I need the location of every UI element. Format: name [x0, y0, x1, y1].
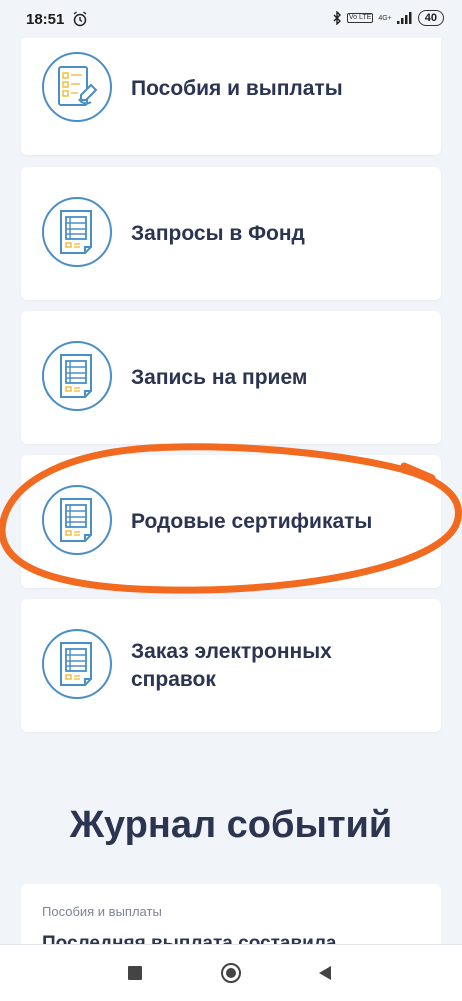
back-button[interactable] [310, 958, 340, 988]
service-label: Заказ электронных справок [131, 639, 332, 691]
home-button[interactable] [216, 958, 246, 988]
service-card-benefits[interactable]: Пособия и выплаты [21, 22, 441, 155]
status-time: 18:51 [26, 11, 65, 28]
event-category: Пособия и выплаты [42, 904, 162, 919]
service-label: Запись на прием [131, 365, 308, 389]
document-icon [42, 629, 112, 699]
document-icon [42, 341, 112, 411]
checklist-pen-icon [42, 52, 112, 122]
status-indicators: Vo LTE 4G+ 40 [332, 10, 444, 26]
document-icon [42, 485, 112, 555]
signal-icon [396, 12, 412, 24]
alarm-icon [73, 11, 87, 27]
events-section-title: Журнал событий [69, 804, 393, 846]
bluetooth-icon [333, 11, 341, 25]
system-nav-bar [0, 944, 462, 1001]
service-card-e-certificates[interactable]: Заказ электронных справок [21, 599, 441, 732]
volte-badge: Vo LTE [346, 13, 374, 23]
service-card-appointment[interactable]: Запись на прием [21, 311, 441, 444]
document-icon [42, 197, 112, 267]
network-type: 4G+ [378, 14, 392, 22]
circle-icon [221, 963, 241, 983]
square-icon [128, 966, 142, 980]
battery-indicator: 40 [417, 10, 444, 26]
service-label: Родовые сертификаты [131, 509, 373, 533]
service-label: Запросы в Фонд [131, 221, 305, 245]
recents-button[interactable] [120, 958, 150, 988]
status-bar: 18:51 Vo LTE 4G+ 40 [0, 0, 462, 38]
service-card-birth-certificates[interactable]: Родовые сертификаты [21, 455, 441, 588]
service-label: Пособия и выплаты [131, 76, 343, 100]
back-triangle-icon [319, 966, 331, 980]
service-card-requests[interactable]: Запросы в Фонд [21, 167, 441, 300]
